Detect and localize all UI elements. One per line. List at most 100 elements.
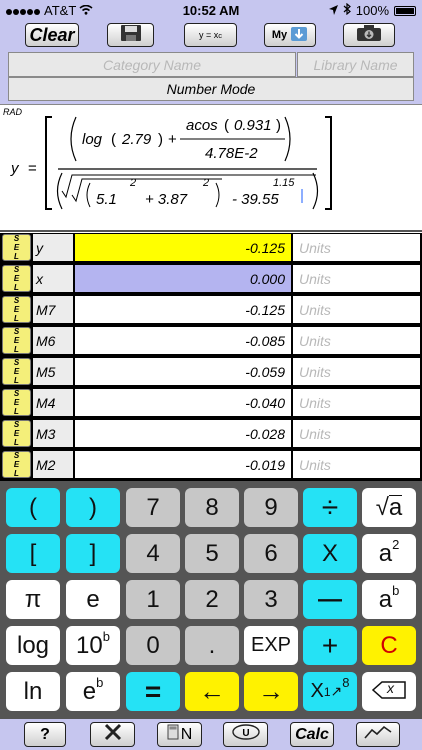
key-5[interactable]: 5 <box>185 534 239 573</box>
pi-key[interactable]: π <box>6 580 60 619</box>
calc-button[interactable]: Calc <box>290 722 334 747</box>
variable-row[interactable]: SEL y -0.125 Units <box>0 233 422 262</box>
acos-argument: 0.931 <box>234 117 272 134</box>
variable-name[interactable]: x <box>33 265 73 292</box>
library-name-field[interactable]: Library Name <box>297 52 414 77</box>
equals-key[interactable]: = <box>126 672 180 711</box>
camera-button[interactable] <box>343 23 395 47</box>
minus-key[interactable]: — <box>303 580 357 619</box>
variable-name[interactable]: M2 <box>33 451 73 478</box>
square-key[interactable]: a2 <box>362 534 416 573</box>
exp-key[interactable]: EXP <box>244 626 298 665</box>
key-4[interactable]: 4 <box>126 534 180 573</box>
key-9[interactable]: 9 <box>244 488 298 527</box>
graph-button[interactable] <box>356 722 400 747</box>
sel-button[interactable]: SEL <box>2 451 31 478</box>
backspace-key[interactable]: x <box>362 672 416 711</box>
key-3[interactable]: 3 <box>244 580 298 619</box>
variable-value[interactable]: -0.019 <box>75 451 291 478</box>
clear-button[interactable]: Clear <box>25 23 79 47</box>
constants-button[interactable]: U <box>223 722 268 747</box>
key-8[interactable]: 8 <box>185 488 239 527</box>
plus-key[interactable]: + <box>303 626 357 665</box>
equation-display[interactable]: RAD y = log ( 2.79 ) + acos ( 0.931 ) 4.… <box>0 104 422 232</box>
variable-units[interactable]: Units <box>293 451 420 478</box>
cursor-right-key[interactable]: → <box>244 672 298 711</box>
variable-value[interactable]: -0.059 <box>75 358 291 385</box>
variable-row[interactable]: SEL M3 -0.028 Units <box>0 419 422 448</box>
camera-icon <box>356 24 382 47</box>
number-mode-field[interactable]: Number Mode <box>8 77 414 101</box>
variable-name[interactable]: M6 <box>33 327 73 354</box>
key-2[interactable]: 2 <box>185 580 239 619</box>
store-key[interactable]: X 1 ↗ 8 <box>303 672 357 711</box>
variable-value[interactable]: -0.028 <box>75 420 291 447</box>
acos-open-paren: ( <box>224 117 229 134</box>
exponent-3: 1.15 <box>273 177 295 189</box>
key-0[interactable]: 0 <box>126 626 180 665</box>
solve-for-button[interactable]: y = xc <box>184 23 237 47</box>
sel-button[interactable]: SEL <box>2 234 31 261</box>
variable-row[interactable]: SEL M2 -0.019 Units <box>0 450 422 479</box>
sqrt-key[interactable]: √ a <box>362 488 416 527</box>
sel-button[interactable]: SEL <box>2 358 31 385</box>
variable-units[interactable]: Units <box>293 265 420 292</box>
variable-value[interactable]: -0.125 <box>75 296 291 323</box>
variable-units[interactable]: Units <box>293 420 420 447</box>
key-7[interactable]: 7 <box>126 488 180 527</box>
variable-row[interactable]: SEL M5 -0.059 Units <box>0 357 422 386</box>
sel-button[interactable]: SEL <box>2 265 31 292</box>
variable-units[interactable]: Units <box>293 389 420 416</box>
header-fields: Category Name Library Name Number Mode <box>0 50 422 104</box>
e-key[interactable]: e <box>66 580 120 619</box>
right-paren-key[interactable]: ) <box>66 488 120 527</box>
power-key[interactable]: ab <box>362 580 416 619</box>
cursor-left-key[interactable]: ← <box>185 672 239 711</box>
left-paren-key[interactable]: ( <box>6 488 60 527</box>
variable-row[interactable]: SEL M4 -0.040 Units <box>0 388 422 417</box>
variable-units[interactable]: Units <box>293 327 420 354</box>
equals-sign: = <box>28 160 37 177</box>
ln-key[interactable]: ln <box>6 672 60 711</box>
sqrt-icon: √ <box>375 493 389 521</box>
key-6[interactable]: 6 <box>244 534 298 573</box>
variable-name[interactable]: M3 <box>33 420 73 447</box>
right-bracket-key[interactable]: ] <box>66 534 120 573</box>
power-exponent: b <box>392 583 400 598</box>
log-key[interactable]: log <box>6 626 60 665</box>
category-name-field[interactable]: Category Name <box>8 52 296 77</box>
variable-value[interactable]: -0.040 <box>75 389 291 416</box>
ten-power-key[interactable]: 10 b <box>66 626 120 665</box>
multiply-key[interactable]: X <box>303 534 357 573</box>
units-button[interactable]: N <box>157 722 202 747</box>
e-power-key[interactable]: eb <box>66 672 120 711</box>
sel-button[interactable]: SEL <box>2 296 31 323</box>
variable-row[interactable]: SEL M6 -0.085 Units <box>0 326 422 355</box>
sel-button[interactable]: SEL <box>2 389 31 416</box>
variable-units[interactable]: Units <box>293 296 420 323</box>
variable-row[interactable]: SEL M7 -0.125 Units <box>0 295 422 324</box>
variable-units[interactable]: Units <box>293 358 420 385</box>
save-button[interactable] <box>107 23 154 47</box>
clear-key[interactable]: C <box>362 626 416 665</box>
divide-key[interactable]: ÷ <box>303 488 357 527</box>
floppy-disk-icon <box>120 24 142 47</box>
help-button[interactable]: ? <box>24 722 66 747</box>
variable-row[interactable]: SEL x 0.000 Units <box>0 264 422 293</box>
variable-units[interactable]: Units <box>293 234 420 261</box>
variable-name[interactable]: M4 <box>33 389 73 416</box>
my-library-button[interactable]: My <box>264 23 316 47</box>
left-bracket-key[interactable]: [ <box>6 534 60 573</box>
sel-button[interactable]: SEL <box>2 420 31 447</box>
variable-name[interactable]: y <box>33 234 73 261</box>
variable-value[interactable]: -0.085 <box>75 327 291 354</box>
variable-name[interactable]: M7 <box>33 296 73 323</box>
square-label: a <box>378 539 393 567</box>
decimal-key[interactable]: . <box>185 626 239 665</box>
tools-button[interactable] <box>90 722 135 747</box>
variable-value[interactable]: 0.000 <box>75 265 291 292</box>
key-1[interactable]: 1 <box>126 580 180 619</box>
sel-button[interactable]: SEL <box>2 327 31 354</box>
variable-value[interactable]: -0.125 <box>75 234 291 261</box>
variable-name[interactable]: M5 <box>33 358 73 385</box>
